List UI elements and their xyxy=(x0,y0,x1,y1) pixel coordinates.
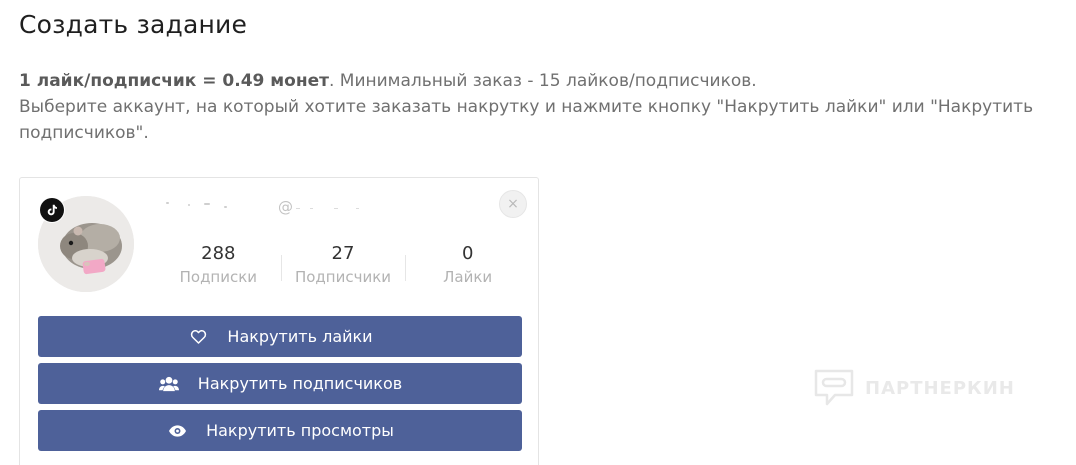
account-name-masked xyxy=(166,198,256,212)
instruction-line-1: Выберите аккаунт, на который хотите зака… xyxy=(19,97,1034,117)
tiktok-icon xyxy=(40,198,64,222)
stat-followers: 27 Подписчики xyxy=(280,242,406,292)
watermark: ПАРТНЕРКИН xyxy=(813,368,1015,408)
stat-value: 0 xyxy=(461,243,474,264)
stat-value: 27 xyxy=(331,243,355,264)
heart-icon xyxy=(187,328,209,346)
stat-label: Подписчики xyxy=(294,268,392,286)
rate-bold: 1 лайк/подписчик = 0.49 монет xyxy=(19,71,329,91)
stat-value: 288 xyxy=(201,243,236,264)
boost-likes-label: Накрутить лайки xyxy=(227,327,373,346)
stat-following: 288 Подписки xyxy=(156,242,281,292)
page: Создать задание 1 лайк/подписчик = 0.49 … xyxy=(0,0,1076,465)
page-title: Создать задание xyxy=(19,10,248,39)
boost-followers-label: Накрутить подписчиков xyxy=(197,374,403,393)
close-button[interactable]: × xyxy=(499,190,527,218)
account-stats: 288 Подписки 27 Подписчики 0 Лайки xyxy=(156,242,530,292)
boost-likes-button[interactable]: Накрутить лайки xyxy=(38,316,522,357)
action-buttons: Накрутить лайки Накрутить подписчиков На… xyxy=(38,316,522,457)
eye-icon xyxy=(166,422,188,440)
stat-label: Лайки xyxy=(443,268,493,286)
boost-views-label: Накрутить просмотры xyxy=(206,421,394,440)
stat-likes: 0 Лайки xyxy=(405,242,530,292)
rate-line: 1 лайк/подписчик = 0.49 монет. Минимальн… xyxy=(19,68,1069,94)
users-icon xyxy=(158,375,180,393)
boost-views-button[interactable]: Накрутить просмотры xyxy=(38,410,522,451)
partnerkin-logo-icon xyxy=(814,369,854,406)
instruction-line-2: подписчиков". xyxy=(19,123,149,143)
intro-text: 1 лайк/подписчик = 0.49 монет. Минимальн… xyxy=(19,68,1069,146)
boost-followers-button[interactable]: Накрутить подписчиков xyxy=(38,363,522,404)
watermark-text: ПАРТНЕРКИН xyxy=(865,377,1015,399)
account-handle: @ xyxy=(278,198,293,216)
rate-rest: . Минимальный заказ - 15 лайков/подписчи… xyxy=(328,71,757,91)
handle-masked xyxy=(296,208,366,210)
account-card: × @ 288 Подписки 27 Подписчики 0 Лайки Н… xyxy=(19,177,539,465)
stat-label: Подписки xyxy=(179,268,258,286)
